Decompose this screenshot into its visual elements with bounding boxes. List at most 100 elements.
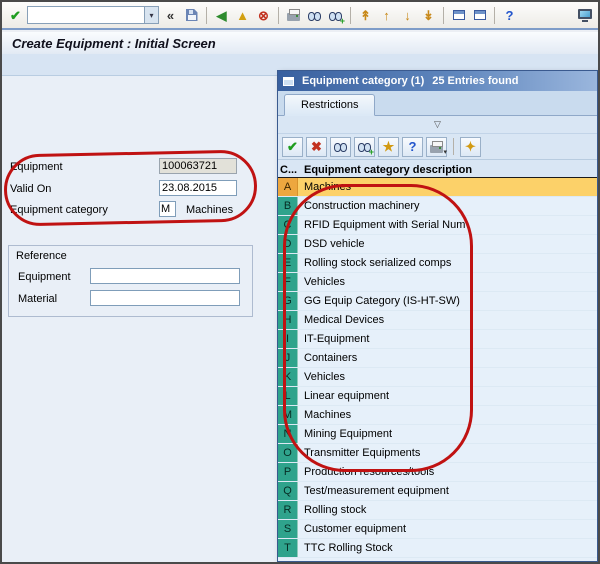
copy-button[interactable]: ✔ [282,137,303,157]
popup-titlebar[interactable]: Equipment category (1) 25 Entries found [278,71,597,91]
collapse-search-icon[interactable]: ▽ [434,119,441,130]
last-page-icon: ↡ [423,9,434,22]
previous-page-icon: ↑ [383,9,390,22]
print-button[interactable] [284,6,303,25]
reference-equipment-field[interactable] [90,268,240,284]
plus-icon: + [340,16,345,26]
list-item[interactable]: LLinear equipment [278,387,597,406]
new-session-button[interactable] [449,6,468,25]
row-key: K [278,368,298,386]
personal-value-list-button[interactable]: ✦ [460,137,481,157]
find-button[interactable] [330,137,351,157]
toolbar-separator [453,138,454,155]
last-page-button[interactable]: ↡ [419,6,438,25]
valid-on-field[interactable] [159,180,237,196]
list-item[interactable]: QTest/measurement equipment [278,482,597,501]
help-button[interactable]: ? [402,137,423,157]
exit-icon: ▲ [236,9,249,22]
row-description: Production resources/tools [298,463,597,481]
row-description: Test/measurement equipment [298,482,597,500]
shortcut-button[interactable] [470,6,489,25]
column-header-key[interactable]: C... [278,164,298,176]
help-icon: ? [409,140,417,153]
screen-titlebar: Create Equipment : Initial Screen [2,32,598,54]
row-key: E [278,254,298,272]
row-description: Mining Equipment [298,425,597,443]
dropdown-caret-icon: ▾ [443,148,447,156]
list-item[interactable]: NMining Equipment [278,425,597,444]
next-page-button[interactable]: ↓ [398,6,417,25]
list-item[interactable]: KVehicles [278,368,597,387]
find-next-button[interactable]: + [354,137,375,157]
next-page-icon: ↓ [404,9,411,22]
list-item[interactable]: FVehicles [278,273,597,292]
command-input[interactable] [28,7,144,23]
find-next-button[interactable]: + [326,6,345,25]
list-item[interactable]: ERolling stock serialized comps [278,254,597,273]
list-item[interactable]: HMedical Devices [278,311,597,330]
row-description: Construction machinery [298,197,597,215]
row-key: B [278,197,298,215]
list-item[interactable]: RRolling stock [278,501,597,520]
save-button[interactable] [182,6,201,25]
list-item[interactable]: CRFID Equipment with Serial Num [278,216,597,235]
personal-value-list-icon: ✦ [465,140,476,153]
reference-group-title: Reference [16,250,67,262]
list-item[interactable]: MMachines [278,406,597,425]
favorites-icon: ★ [383,140,395,153]
equipment-category-field[interactable] [159,201,176,217]
list-item[interactable]: JContainers [278,349,597,368]
collapse-button[interactable]: « [161,6,180,25]
list-item[interactable]: GGG Equip Category (IS-HT-SW) [278,292,597,311]
row-description: Transmitter Equipments [298,444,597,462]
equipment-field[interactable] [159,158,237,174]
list-item[interactable]: TTTC Rolling Stock [278,539,597,558]
list-item[interactable]: IIT-Equipment [278,330,597,349]
save-icon [186,9,198,21]
list-header: C... Equipment category description [278,160,597,178]
equipment-label: Equipment [10,161,63,173]
toolbar-separator [206,7,207,24]
row-description: Medical Devices [298,311,597,329]
row-key: G [278,292,298,310]
row-key: J [278,349,298,367]
reference-material-label: Material [18,293,57,305]
find-button[interactable] [305,6,324,25]
list-item[interactable]: BConstruction machinery [278,197,597,216]
shortcut-icon [474,10,486,20]
list-item[interactable]: SCustomer equipment [278,520,597,539]
reference-material-field[interactable] [90,290,240,306]
enter-button[interactable]: ✔ [6,6,25,25]
list-item[interactable]: PProduction resources/tools [278,463,597,482]
cancel-button[interactable]: ✖ [306,137,327,157]
reference-equipment-label: Equipment [18,271,71,283]
row-description: Rolling stock [298,501,597,519]
print-button[interactable]: ▾ [426,137,447,157]
search-area-collapse: ▽ [278,116,597,134]
command-field[interactable]: ▾ [27,6,159,24]
cancel-button[interactable]: ⊗ [254,6,273,25]
tab-restrictions[interactable]: Restrictions [284,94,375,116]
row-key: O [278,444,298,462]
copy-icon: ✔ [287,140,298,153]
toolbar-separator [443,7,444,24]
popup-toolbar: ✔ ✖ + ★? ▾ ✦ [278,134,597,160]
favorites-button[interactable]: ★ [378,137,399,157]
row-description: Vehicles [298,273,597,291]
exit-button[interactable]: ▲ [233,6,252,25]
row-key: N [278,425,298,443]
column-header-description[interactable]: Equipment category description [298,164,472,176]
enter-icon: ✔ [10,9,21,22]
list-item[interactable]: DDSD vehicle [278,235,597,254]
back-button[interactable]: ◀ [212,6,231,25]
customize-layout-button[interactable] [575,6,594,25]
list-item[interactable]: OTransmitter Equipments [278,444,597,463]
help-button[interactable]: ? [500,6,519,25]
find-icon [307,10,322,21]
first-page-icon: ↟ [360,9,371,22]
previous-page-button[interactable]: ↑ [377,6,396,25]
first-page-button[interactable]: ↟ [356,6,375,25]
row-key: C [278,216,298,234]
list-item[interactable]: AMachines [278,178,597,197]
dropdown-arrow-icon[interactable]: ▾ [144,7,158,23]
